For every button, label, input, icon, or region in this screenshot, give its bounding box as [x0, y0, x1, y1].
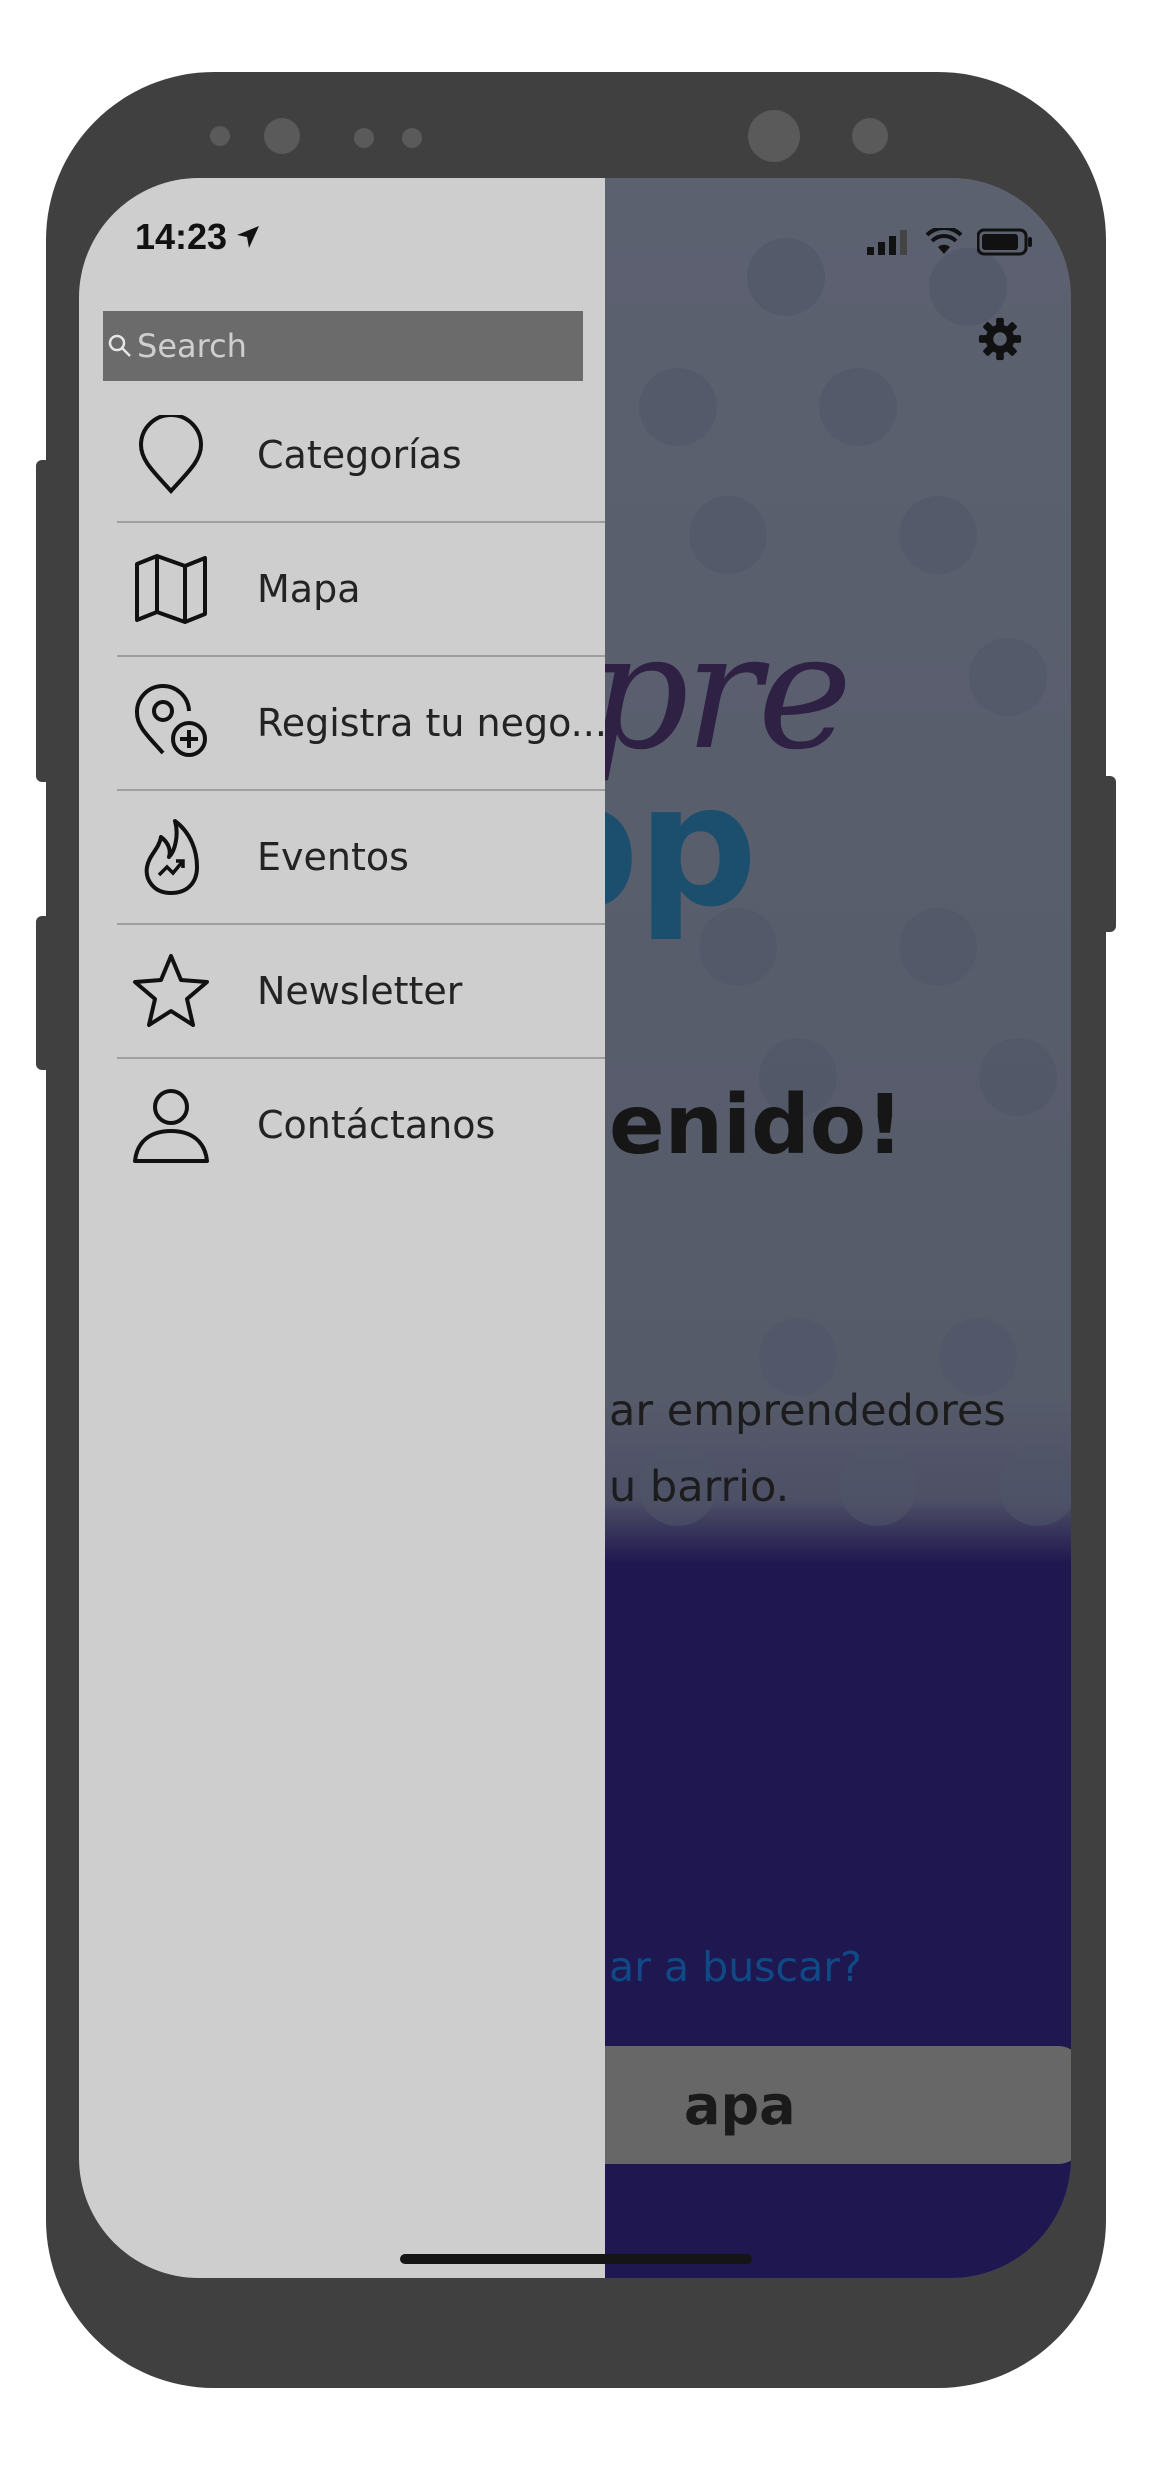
menu-item-categorias[interactable]: Categorías: [117, 389, 605, 523]
welcome-title: enido!: [609, 1078, 904, 1173]
menu-item-label: Contáctanos: [257, 1103, 496, 1147]
phone-screen: mpre pp enido! ar emprendedores u barrio…: [79, 178, 1071, 2278]
power-button: [1100, 776, 1116, 932]
flame-icon: [131, 817, 211, 897]
pattern-bubble: [929, 248, 1007, 326]
menu-item-eventos[interactable]: Eventos: [117, 791, 605, 925]
drawer-menu: Categorías Mapa Registra tu nego... Even…: [79, 389, 607, 1191]
front-camera-dot: [210, 126, 230, 146]
home-indicator[interactable]: [400, 2254, 752, 2264]
volume-down-button: [36, 916, 52, 1070]
search-input[interactable]: [133, 327, 557, 365]
map-pin-icon: [131, 415, 211, 495]
menu-item-mapa[interactable]: Mapa: [117, 523, 605, 657]
add-location-icon: [131, 683, 211, 763]
pattern-bubble: [999, 1448, 1071, 1526]
pattern-bubble: [899, 908, 977, 986]
menu-item-label: Eventos: [257, 835, 409, 879]
front-sensor-small: [354, 128, 374, 148]
pattern-bubble: [747, 238, 825, 316]
menu-item-newsletter[interactable]: Newsletter: [117, 925, 605, 1059]
search-bar[interactable]: [103, 311, 583, 381]
search-icon: [108, 334, 131, 357]
front-camera-lens: [748, 110, 800, 162]
menu-item-contactanos[interactable]: Contáctanos: [117, 1059, 605, 1191]
user-icon: [131, 1085, 211, 1165]
settings-gear-icon[interactable]: [977, 316, 1023, 362]
star-icon: [131, 951, 211, 1031]
welcome-text-line2: u barrio.: [609, 1462, 790, 1512]
status-time: 14:23: [135, 216, 261, 258]
menu-item-label: Mapa: [257, 567, 361, 611]
volume-up-button: [36, 460, 52, 782]
menu-item-label: Registra tu nego...: [257, 701, 607, 745]
wifi-icon: [925, 228, 963, 254]
menu-item-label: Newsletter: [257, 969, 463, 1013]
status-icons: [867, 228, 1033, 256]
map-icon: [131, 549, 211, 629]
front-sensor: [264, 118, 300, 154]
pattern-bubble: [979, 1038, 1057, 1116]
welcome-text: ar emprendedores u barrio.: [609, 1373, 1006, 1525]
location-arrow-icon: [237, 226, 260, 248]
pattern-bubble: [969, 638, 1047, 716]
signal-icon: [867, 230, 907, 255]
menu-item-label: Categorías: [257, 433, 462, 477]
side-drawer: 14:23 Categorías: [79, 178, 607, 2278]
menu-item-registra[interactable]: Registra tu nego...: [117, 657, 607, 791]
battery-icon: [977, 228, 1032, 256]
welcome-text-line1: ar emprendedores: [609, 1386, 1006, 1436]
status-time-text: 14:23: [135, 216, 228, 257]
proximity-sensor: [852, 118, 888, 154]
front-sensor-small-2: [402, 128, 422, 148]
search-prompt-text: ar a buscar?: [609, 1943, 862, 1991]
pattern-bubble: [899, 496, 977, 574]
pattern-bubble: [819, 368, 897, 446]
pattern-bubble: [639, 368, 717, 446]
pattern-bubble: [689, 496, 767, 574]
